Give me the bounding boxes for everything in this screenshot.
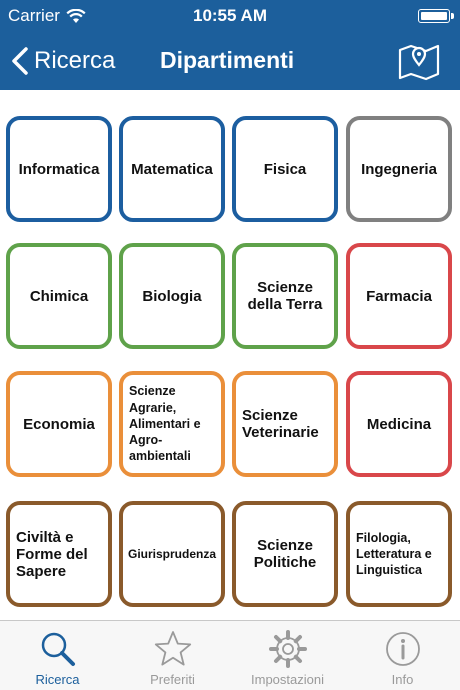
- tab-ricerca[interactable]: Ricerca: [0, 621, 115, 690]
- tab-preferiti[interactable]: Preferiti: [115, 621, 230, 690]
- department-label: Scienze Agrarie, Alimentari e Agro-ambie…: [129, 384, 201, 464]
- department-tile-biologia[interactable]: Biologia: [119, 243, 225, 349]
- department-tile-scienze-della-terra[interactable]: Scienze della Terra: [232, 243, 338, 349]
- star-icon: [154, 631, 191, 666]
- tab-label: Info: [391, 672, 414, 687]
- department-label: Matematica: [131, 160, 213, 178]
- gear-icon: [268, 630, 307, 668]
- tab-bar: Ricerca Preferiti Impostazioni Info: [0, 620, 460, 690]
- back-button[interactable]: Ricerca: [10, 42, 115, 80]
- department-label: Ingegneria: [361, 160, 437, 178]
- department-label: Scienze Politiche: [253, 537, 317, 571]
- department-label: Fisica: [263, 160, 307, 178]
- tab-impostazioni[interactable]: Impostazioni: [230, 621, 345, 690]
- clock: 10:55 AM: [192, 6, 267, 25]
- department-label: Scienze Veterinarie: [242, 407, 319, 441]
- search-icon: [41, 632, 75, 666]
- department-label: Biologia: [142, 287, 202, 305]
- tab-label: Preferiti: [150, 672, 195, 687]
- departments-grid: Informatica Matematica Fisica Ingegneria…: [0, 90, 460, 620]
- status-bar: Carrier 10:55 AM: [0, 0, 460, 32]
- department-label: Giurisprudenza: [127, 547, 216, 561]
- department-label: Civiltà e Forme del Sapere: [16, 528, 88, 580]
- navigation-bar: Ricerca Dipartimenti: [0, 32, 460, 90]
- department-label: Informatica: [18, 160, 100, 178]
- tab-label: Ricerca: [35, 672, 80, 687]
- chevron-left-icon: [12, 47, 28, 75]
- department-tile-economia[interactable]: Economia: [6, 371, 112, 477]
- department-label: Economia: [23, 415, 95, 433]
- department-tile-fisica[interactable]: Fisica: [232, 116, 338, 222]
- info-icon: [385, 632, 420, 666]
- department-tile-informatica[interactable]: Informatica: [6, 116, 112, 222]
- department-label: Medicina: [366, 415, 432, 433]
- department-tile-medicina[interactable]: Medicina: [346, 371, 452, 477]
- department-label: Chimica: [29, 287, 89, 305]
- map-button[interactable]: [398, 41, 440, 81]
- department-tile-farmacia[interactable]: Farmacia: [346, 243, 452, 349]
- department-tile-ingegneria[interactable]: Ingegneria: [346, 116, 452, 222]
- department-tile-chimica[interactable]: Chimica: [6, 243, 112, 349]
- department-tile-filologia[interactable]: Filologia, Letteratura e Linguistica: [346, 501, 452, 607]
- tab-label: Impostazioni: [251, 672, 324, 687]
- department-label: Filologia, Letteratura e Linguistica: [356, 530, 432, 578]
- department-label: Farmacia: [366, 287, 432, 305]
- department-tile-scienze-veterinarie[interactable]: Scienze Veterinarie: [232, 371, 338, 477]
- map-location-icon: [398, 44, 440, 81]
- department-tile-scienze-politiche[interactable]: Scienze Politiche: [232, 501, 338, 607]
- battery-icon: [418, 9, 454, 23]
- back-label: Ricerca: [34, 47, 116, 74]
- department-tile-matematica[interactable]: Matematica: [119, 116, 225, 222]
- department-label: Scienze della Terra: [247, 279, 323, 313]
- department-tile-civilta-e-forme-del-sapere[interactable]: Civiltà e Forme del Sapere: [6, 501, 112, 607]
- tab-info[interactable]: Info: [345, 621, 460, 690]
- page-title: Dipartimenti: [160, 47, 295, 73]
- department-tile-giurisprudenza[interactable]: Giurisprudenza: [119, 501, 225, 607]
- department-tile-scienze-agrarie[interactable]: Scienze Agrarie, Alimentari e Agro-ambie…: [119, 371, 225, 477]
